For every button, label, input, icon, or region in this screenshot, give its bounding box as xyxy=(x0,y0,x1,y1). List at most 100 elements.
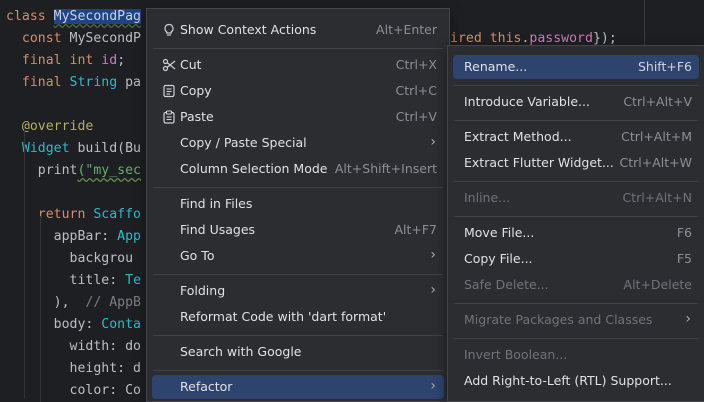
menu-item-find-usages[interactable]: Find Usages Alt+F7 xyxy=(152,218,444,242)
code-token: class xyxy=(6,9,54,24)
menu-item-label: Move File... xyxy=(464,225,535,240)
menu-item-copy-paste-special[interactable]: Copy / Paste Special › xyxy=(152,131,444,155)
code-token: ired xyxy=(450,31,490,46)
code-line: width: do xyxy=(6,336,141,358)
menu-item-shortcut: Ctrl+X xyxy=(395,57,437,72)
indent-guide xyxy=(24,128,25,398)
code-token: : xyxy=(109,273,126,288)
code-line: print("my_sec xyxy=(6,160,141,182)
menu-item-extract-flutter-widget[interactable]: Extract Flutter Widget... Ctrl+Alt+W xyxy=(453,151,699,175)
menu-separator xyxy=(454,303,698,304)
code-token: ), xyxy=(53,295,86,310)
menu-item-label: Search with Google xyxy=(180,344,302,359)
code-line: Widget build(Bu xyxy=(6,138,141,160)
menu-item-label: Inline... xyxy=(464,190,511,205)
menu-item-label: Migrate Packages and Classes xyxy=(464,312,653,327)
code-token: body xyxy=(53,317,86,332)
menu-item-refactor[interactable]: Refactor › xyxy=(152,375,444,399)
code-token: // AppB xyxy=(85,295,141,310)
menu-item-migrate-packages: Migrate Packages and Classes › xyxy=(453,308,699,332)
menu-item-shortcut: Ctrl+Alt+N xyxy=(622,190,692,205)
menu-separator xyxy=(454,181,698,182)
menu-separator xyxy=(454,120,698,121)
context-menu: Show Context Actions Alt+Enter Cut Ctrl+X Co… xyxy=(146,8,450,402)
menu-item-shortcut: Ctrl+Alt+M xyxy=(621,129,692,144)
menu-item-search-with-google[interactable]: Search with Google xyxy=(152,340,444,364)
menu-item-find-in-files[interactable]: Find in Files xyxy=(152,192,444,216)
code-line: return Scaffo xyxy=(6,204,141,226)
code-token: this xyxy=(489,31,522,46)
menu-item-label: Find Usages xyxy=(180,222,256,237)
code-line: final int id; xyxy=(6,50,125,72)
menu-item-folding[interactable]: Folding › xyxy=(152,279,444,303)
menu-item-label: Add Right-to-Left (RTL) Support... xyxy=(464,373,672,388)
code-token: ; xyxy=(117,53,126,68)
code-token: App xyxy=(117,229,141,244)
menu-item-label: Copy xyxy=(180,83,212,98)
menu-item-label: Show Context Actions xyxy=(180,22,317,37)
code-token: return xyxy=(37,207,94,222)
code-token: print xyxy=(37,163,78,178)
menu-item-label: Rename... xyxy=(464,59,528,74)
menu-item-column-selection-mode[interactable]: Column Selection Mode Alt+Shift+Insert xyxy=(152,157,444,181)
menu-item-go-to[interactable]: Go To › xyxy=(152,244,444,268)
code-token: : d xyxy=(117,361,141,376)
menu-item-rename[interactable]: Rename... Shift+F6 xyxy=(453,55,699,79)
menu-item-reformat-code[interactable]: Reformat Code with 'dart format' xyxy=(152,305,444,329)
code-token: Conta xyxy=(101,317,141,332)
menu-item-introduce-variable[interactable]: Introduce Variable... Ctrl+Alt+V xyxy=(453,90,699,114)
menu-item-label: Refactor xyxy=(180,379,233,394)
code-token: Te xyxy=(125,273,142,288)
code-token: @override xyxy=(21,119,94,134)
menu-item-copy-file[interactable]: Copy File... F5 xyxy=(453,247,699,271)
code-token: width xyxy=(69,339,110,354)
menu-item-cut[interactable]: Cut Ctrl+X xyxy=(152,53,444,77)
menu-item-shortcut: Ctrl+Alt+W xyxy=(619,155,692,170)
menu-item-copy[interactable]: Copy Ctrl+C xyxy=(152,79,444,103)
menu-item-shortcut: Alt+Enter xyxy=(376,22,437,37)
code-token: : xyxy=(85,317,102,332)
indent-guide xyxy=(40,216,41,402)
menu-item-add-rtl-support[interactable]: Add Right-to-Left (RTL) Support... xyxy=(453,369,699,393)
code-line: ), // AppB xyxy=(6,292,141,314)
code-token: final xyxy=(21,75,70,90)
menu-item-shortcut: Alt+Delete xyxy=(623,277,692,292)
code-line: appBar: App xyxy=(6,226,141,248)
menu-separator xyxy=(153,335,443,336)
menu-separator xyxy=(153,370,443,371)
menu-item-shortcut: F6 xyxy=(676,225,692,240)
menu-item-show-context-actions[interactable]: Show Context Actions Alt+Enter xyxy=(152,18,444,42)
code-line: body: Conta xyxy=(6,314,141,336)
code-token: : Co xyxy=(109,383,141,398)
chevron-right-icon: › xyxy=(430,134,436,150)
menu-item-label: Paste xyxy=(180,109,214,124)
code-token: backgrou xyxy=(69,251,134,266)
menu-item-paste[interactable]: Paste Ctrl+V xyxy=(152,105,444,129)
menu-separator xyxy=(153,187,443,188)
menu-item-label: Column Selection Mode xyxy=(180,161,328,176)
code-token: (Bu xyxy=(117,141,141,156)
code-token: pa xyxy=(125,75,141,90)
scissors-icon xyxy=(162,58,176,72)
code-token: : xyxy=(101,229,118,244)
menu-separator xyxy=(454,338,698,339)
menu-item-extract-method[interactable]: Extract Method... Ctrl+Alt+M xyxy=(453,125,699,149)
menu-item-move-file[interactable]: Move File... F6 xyxy=(453,221,699,245)
lightbulb-icon xyxy=(162,23,176,37)
code-line: class MySecondPag xyxy=(6,6,141,28)
menu-item-shortcut: Alt+Shift+Insert xyxy=(334,161,437,176)
paste-icon xyxy=(162,110,176,124)
code-token: const xyxy=(21,31,70,46)
menu-item-shortcut: Shift+F6 xyxy=(637,59,692,74)
code-line: color: Co xyxy=(6,380,141,402)
code-token: : do xyxy=(109,339,141,354)
menu-item-invert-boolean: Invert Boolean... xyxy=(453,343,699,367)
